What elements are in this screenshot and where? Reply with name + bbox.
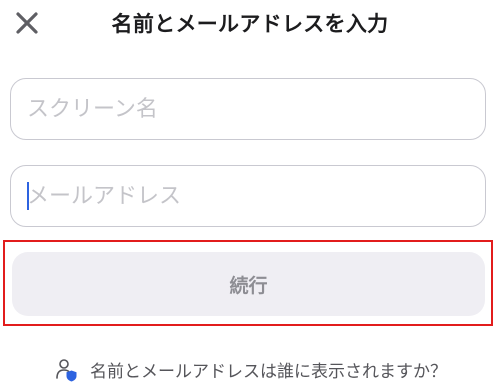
text-cursor	[27, 182, 29, 210]
page-title: 名前とメールアドレスを入力	[111, 12, 389, 36]
screen-name-input[interactable]	[10, 78, 486, 140]
privacy-info-link[interactable]: 名前とメールアドレスは誰に表示されますか？	[56, 357, 447, 382]
email-input[interactable]	[10, 165, 486, 227]
continue-button[interactable]: 続行	[12, 252, 485, 316]
name-email-entry-screen: 名前とメールアドレスを入力 続行 名前とメールアドレスは誰に表示されますか？	[0, 0, 500, 385]
privacy-info-text: 名前とメールアドレスは誰に表示されますか？	[90, 362, 447, 382]
privacy-person-shield-icon	[56, 358, 77, 381]
